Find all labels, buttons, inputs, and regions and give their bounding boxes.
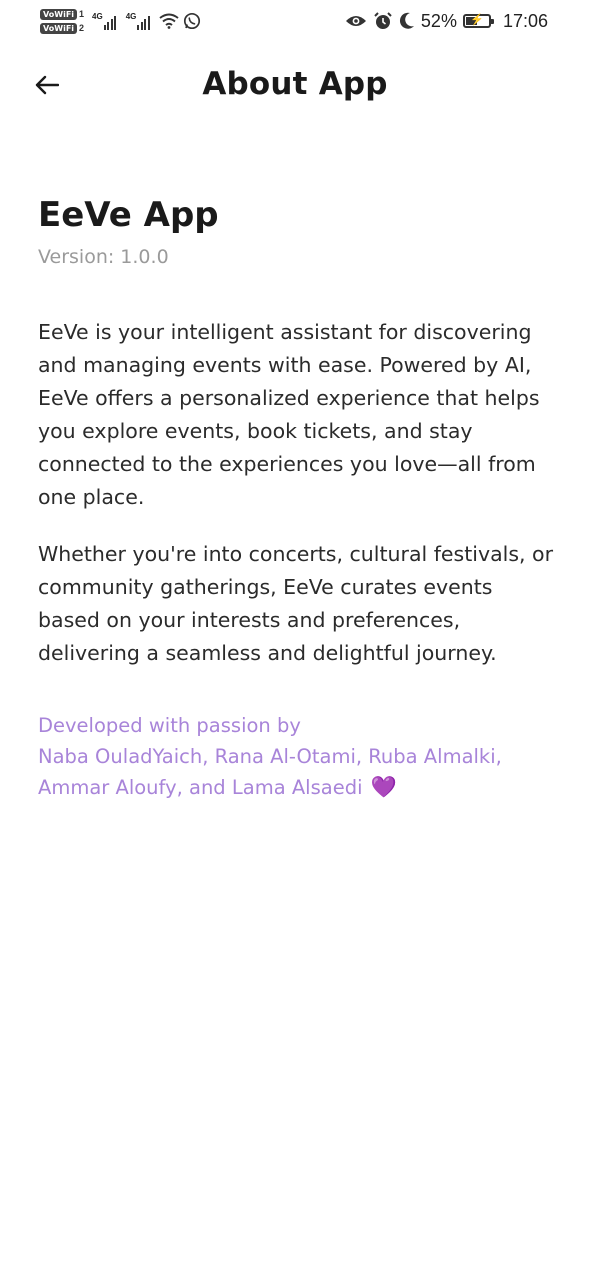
credits: Developed with passion by Naba OuladYaic… — [38, 710, 558, 803]
heart-icon: 💜 — [370, 775, 397, 799]
app-name: EeVe App — [38, 195, 219, 235]
about-content: EeVe App Version: 1.0.0 EeVe is your int… — [38, 192, 558, 803]
network-type: 4G — [125, 12, 137, 21]
whatsapp-icon — [183, 12, 201, 30]
wifi-icon — [159, 13, 180, 29]
app-header: About App — [0, 56, 590, 116]
description-paragraph-1: EeVe is your intelligent assistant for d… — [38, 320, 540, 509]
signal-icon: 4G — [92, 12, 118, 30]
clock-time: 17:06 — [502, 10, 548, 31]
credits-intro: Developed with passion by — [38, 714, 301, 737]
battery-percent: 52% — [420, 10, 457, 31]
status-bar: VoWiFi 1 VoWiFi 2 4G 4G 52% ⚡ 17:06 — [0, 0, 590, 40]
battery-icon: ⚡ — [462, 14, 494, 28]
credits-names: Naba OuladYaich, Rana Al-Otami, Ruba Alm… — [38, 745, 502, 799]
vowifi-badge: VoWiFi — [40, 22, 78, 34]
alarm-icon — [373, 11, 393, 31]
moon-icon — [399, 12, 415, 30]
vowifi-badge: VoWiFi — [40, 8, 78, 20]
status-left: VoWiFi 1 VoWiFi 2 4G 4G — [40, 6, 201, 36]
sim-number: 1 — [79, 9, 85, 19]
eye-icon — [345, 14, 367, 28]
app-version: Version: 1.0.0 — [38, 246, 169, 268]
sim-number: 2 — [79, 23, 85, 33]
vowifi-indicators: VoWiFi 1 VoWiFi 2 — [40, 8, 85, 34]
description-paragraph-2: Whether you're into concerts, cultural f… — [38, 542, 554, 665]
page-title: About App — [202, 66, 388, 102]
status-right: 52% ⚡ 17:06 — [345, 8, 548, 34]
signal-icon: 4G — [126, 12, 152, 30]
network-type: 4G — [92, 12, 103, 21]
